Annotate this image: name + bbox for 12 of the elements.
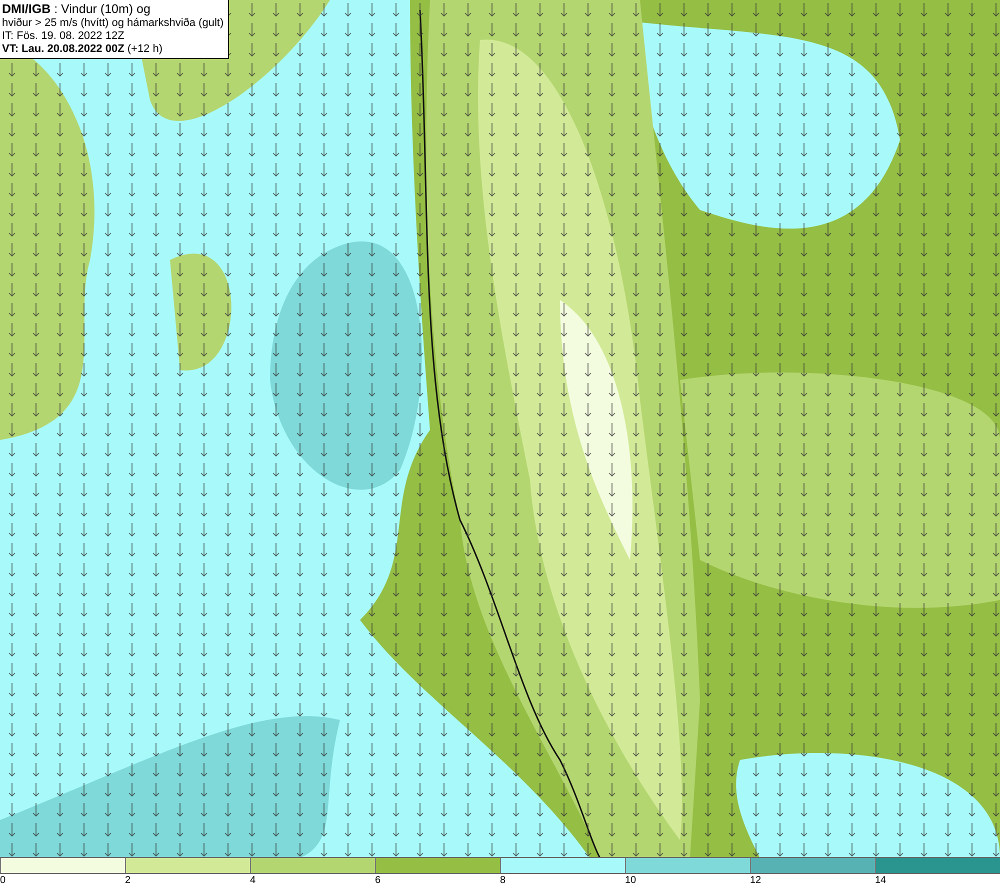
- title-line: VT: Lau. 20.08.2022 00Z (+12 h): [2, 43, 164, 56]
- legend-tick-label: 12: [750, 875, 762, 886]
- title-line: hviður > 25 m/s (hvítt) og hámarkshviða (gult): [2, 17, 224, 30]
- legend-tick-label: 8: [500, 875, 506, 886]
- legend-tick-label: 14: [875, 875, 886, 886]
- legend-tick-label: 10: [625, 875, 636, 886]
- legend-tick-label: 0: [0, 875, 6, 886]
- legend-tick-label: 2: [125, 875, 131, 886]
- legend-tick-label: 6: [375, 875, 381, 886]
- title-line: DMI/IGB : Vindur (10m) og: [2, 2, 152, 17]
- legend-tick-label: 4: [250, 875, 256, 886]
- title-line: IT: Fös. 19. 08. 2022 12Z: [2, 30, 126, 43]
